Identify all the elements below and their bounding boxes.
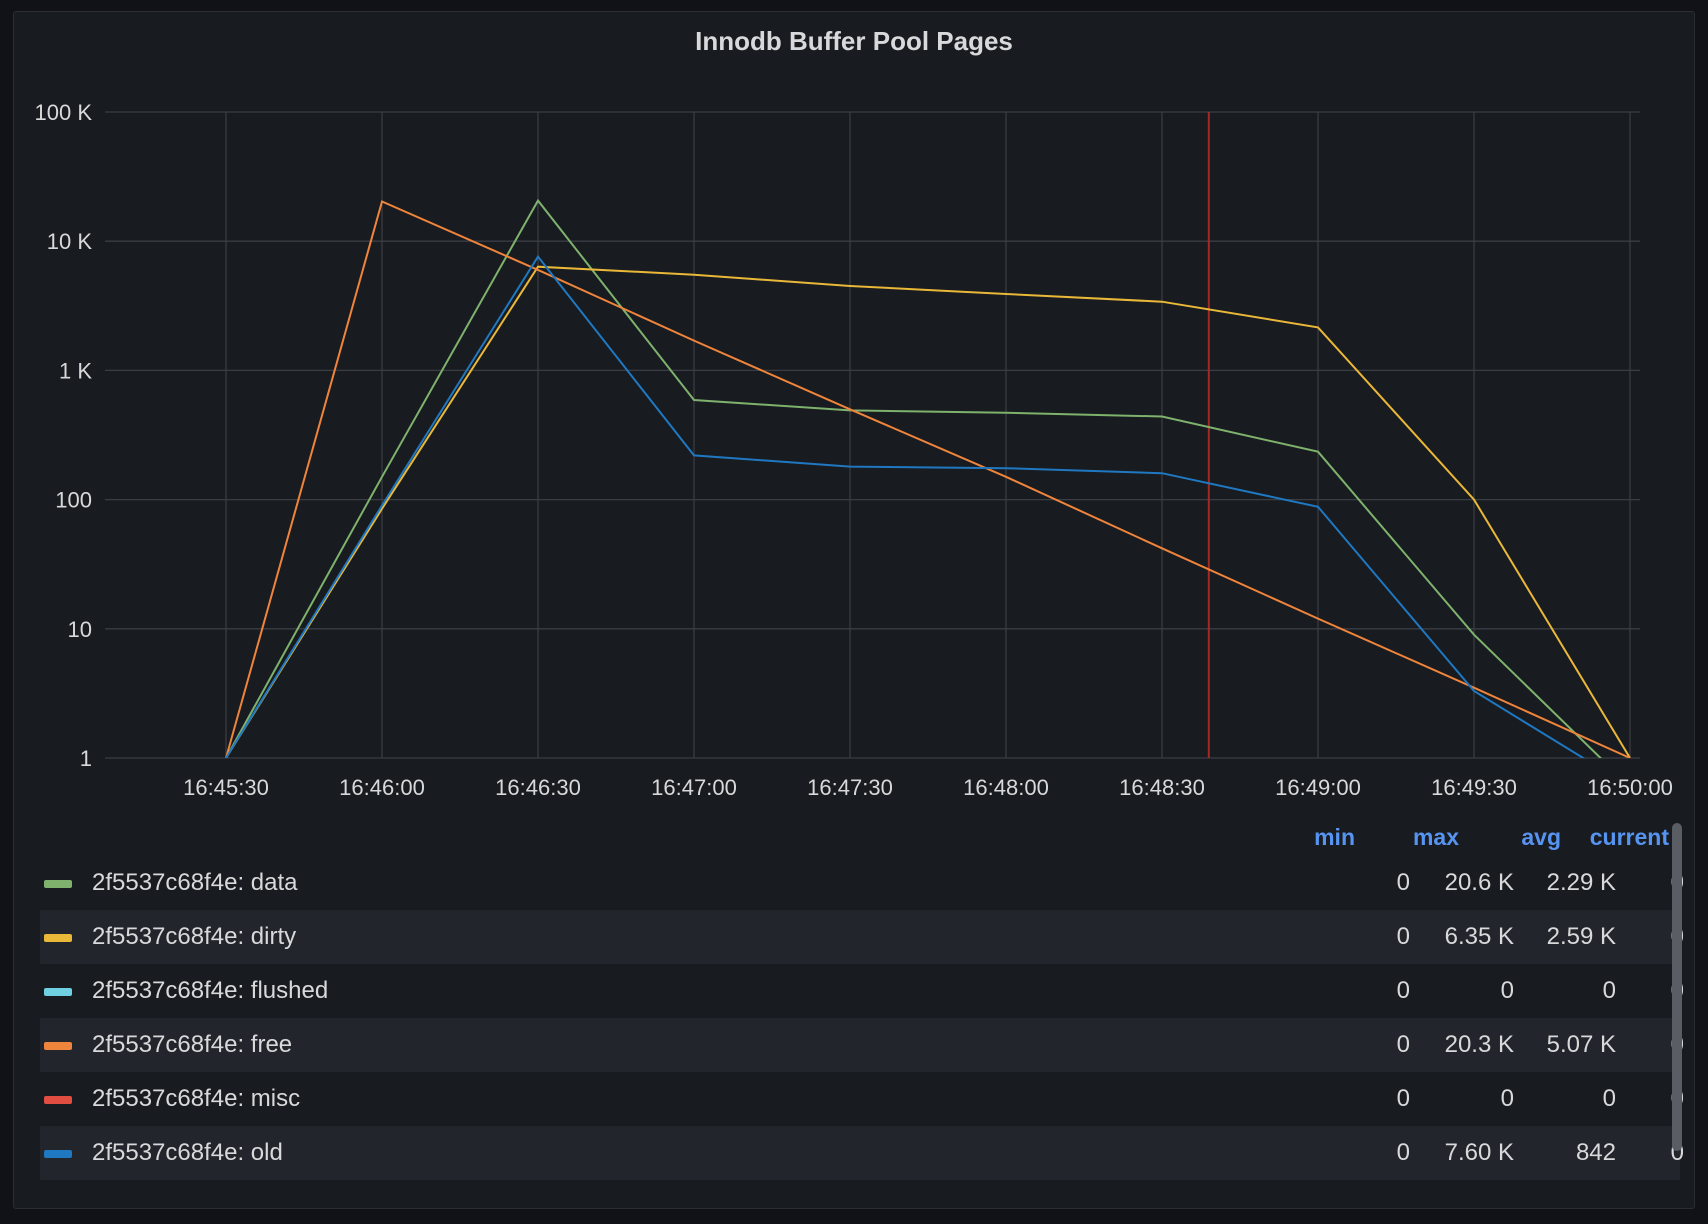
series-name[interactable]: 2f5537c68f4e: misc: [92, 1085, 300, 1113]
series-line: [225, 200, 1631, 758]
x-tick-label: 16:47:00: [651, 775, 737, 800]
series-line: [225, 254, 1586, 758]
stat-min: 0: [1396, 1085, 1410, 1112]
series-line: [225, 198, 1602, 758]
stat-min: 0: [1396, 869, 1410, 896]
legend-header: min max avg current: [0, 820, 1708, 854]
x-tick-label: 16:46:30: [495, 775, 581, 800]
series-name[interactable]: 2f5537c68f4e: old: [92, 1139, 283, 1167]
legend-row-free[interactable]: 2f5537c68f4e: free 0 20.3 K 5.07 K 0: [40, 1018, 1684, 1072]
legend-header-current[interactable]: current: [1590, 824, 1669, 851]
series-color-swatch[interactable]: [44, 988, 72, 996]
series-color-swatch[interactable]: [44, 880, 72, 888]
stat-avg: 0: [1602, 1085, 1616, 1112]
stat-max: 20.6 K: [1444, 869, 1514, 896]
legend-scrollbar[interactable]: [1672, 823, 1682, 1151]
legend-header-max[interactable]: max: [1413, 824, 1459, 851]
y-tick-label: 10: [68, 617, 92, 642]
y-tick-label: 100 K: [35, 100, 93, 125]
x-tick-label: 16:48:00: [963, 775, 1049, 800]
x-tick-label: 16:49:30: [1431, 775, 1517, 800]
x-tick-label: 16:48:30: [1119, 775, 1205, 800]
stat-max: 0: [1500, 977, 1514, 1004]
series-color-swatch[interactable]: [44, 1042, 72, 1050]
series-name[interactable]: 2f5537c68f4e: dirty: [92, 923, 296, 951]
x-tick-label: 16:47:30: [807, 775, 893, 800]
stat-max: 20.3 K: [1444, 1031, 1514, 1058]
stat-avg: 0: [1602, 977, 1616, 1004]
y-tick-label: 100: [55, 488, 92, 513]
x-tick-label: 16:49:00: [1275, 775, 1361, 800]
legend-row-misc[interactable]: 2f5537c68f4e: misc 0 0 0 0: [40, 1072, 1684, 1126]
series-name[interactable]: 2f5537c68f4e: flushed: [92, 977, 328, 1005]
y-tick-label: 1 K: [59, 358, 92, 383]
series-color-swatch[interactable]: [44, 1150, 72, 1158]
y-tick-label: 1: [80, 746, 92, 771]
series-name[interactable]: 2f5537c68f4e: data: [92, 869, 298, 897]
stat-min: 0: [1396, 1139, 1410, 1166]
series-line: [225, 265, 1631, 758]
series-name[interactable]: 2f5537c68f4e: free: [92, 1031, 292, 1059]
legend-row-data[interactable]: 2f5537c68f4e: data 0 20.6 K 2.29 K 0: [40, 856, 1684, 910]
y-tick-label: 10 K: [47, 229, 93, 254]
stat-max: 0: [1500, 1085, 1514, 1112]
stat-min: 0: [1396, 977, 1410, 1004]
chart-area[interactable]: 1 10 100 1 K 10 K 100 K 16:45:30 16:46:00 16:46:…: [0, 0, 1708, 800]
series-color-swatch[interactable]: [44, 1096, 72, 1104]
stat-avg: 2.29 K: [1546, 869, 1616, 896]
stat-min: 0: [1396, 1031, 1410, 1058]
legend-row-dirty[interactable]: 2f5537c68f4e: dirty 0 6.35 K 2.59 K 0: [40, 910, 1684, 964]
legend-row-flushed[interactable]: 2f5537c68f4e: flushed 0 0 0 0: [40, 964, 1684, 1018]
stat-max: 6.35 K: [1444, 923, 1514, 950]
stat-avg: 5.07 K: [1546, 1031, 1616, 1058]
legend-header-min[interactable]: min: [1314, 824, 1355, 851]
legend-header-avg[interactable]: avg: [1521, 824, 1561, 851]
x-tick-label: 16:50:00: [1587, 775, 1673, 800]
stat-avg: 842: [1575, 1139, 1616, 1166]
stat-avg: 2.59 K: [1546, 923, 1616, 950]
stat-min: 0: [1396, 923, 1410, 950]
stat-max: 7.60 K: [1444, 1139, 1514, 1166]
legend-table: 2f5537c68f4e: data 0 20.6 K 2.29 K 0 2f5…: [40, 856, 1684, 1180]
x-tick-label: 16:45:30: [183, 775, 269, 800]
x-tick-label: 16:46:00: [339, 775, 425, 800]
legend-row-old[interactable]: 2f5537c68f4e: old 0 7.60 K 842 0: [40, 1126, 1684, 1180]
series-color-swatch[interactable]: [44, 934, 72, 942]
